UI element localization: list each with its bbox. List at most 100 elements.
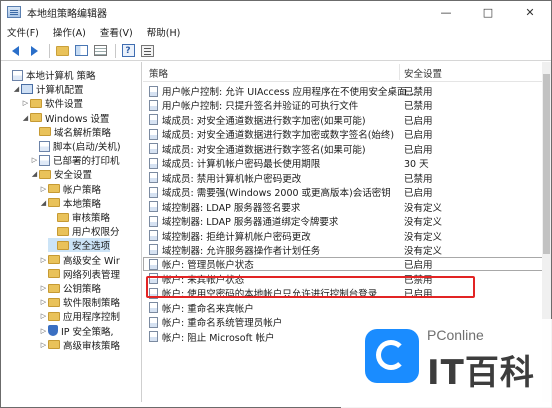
tree-item[interactable]: 网络列表管理: [39, 267, 120, 281]
policy-setting-icon: [149, 143, 158, 155]
collapse-chevron-icon[interactable]: ▷: [39, 256, 48, 264]
folder-icon: [48, 269, 60, 279]
menu-help[interactable]: 帮助(H): [147, 25, 181, 39]
up-level-button[interactable]: [54, 43, 70, 59]
close-button[interactable]: ✕: [509, 1, 551, 23]
policy-row[interactable]: 用户帐户控制: 允许 UIAccess 应用程序在不使用安全桌面... 已禁用: [143, 84, 551, 98]
tree-item-label: Windows 设置: [45, 113, 110, 125]
minimize-button[interactable]: —: [425, 1, 467, 23]
expand-chevron-icon[interactable]: ◢: [30, 170, 39, 178]
policy-setting-value: 已启用: [404, 115, 433, 127]
tree-item[interactable]: ◢ 本地策略: [39, 196, 101, 210]
menu-view[interactable]: 查看(V): [100, 25, 133, 39]
collapse-chevron-icon[interactable]: ▷: [39, 312, 48, 320]
tree-item[interactable]: 安全选项: [48, 238, 111, 253]
folder-icon: [57, 240, 69, 250]
export-list-button[interactable]: [92, 43, 108, 59]
policy-row[interactable]: 域控制器: 允许服务器操作者计划任务 没有定义: [143, 243, 551, 257]
window-controls: — □ ✕: [425, 1, 551, 23]
column-header-policy[interactable]: 策略: [149, 66, 168, 80]
tree-item-label: 安全选项: [72, 241, 111, 253]
policy-setting-value: 已启用: [404, 130, 433, 142]
collapse-chevron-icon[interactable]: ▷: [39, 341, 48, 349]
policy-row[interactable]: 域成员: 对安全通道数据进行数字加密或数字签名(始终) 已启用: [143, 127, 551, 141]
collapse-chevron-icon[interactable]: ▷: [39, 185, 48, 193]
tree-item[interactable]: 脚本(启动/关机): [30, 139, 121, 153]
policy-row[interactable]: 域控制器: 拒绝计算机帐户密码更改 没有定义: [143, 229, 551, 243]
policy-row[interactable]: 帐户: 重命名来宾帐户: [143, 301, 551, 315]
tree-item[interactable]: ▷ 软件限制策略: [39, 295, 120, 309]
console-tree[interactable]: 本地计算机 策略 ◢ 计算机配置 ▷ 软件设置 ◢ Windows 设置 域名解析策略脚本(启…: [1, 62, 142, 402]
policy-setting-icon: [149, 201, 158, 213]
help-button[interactable]: ?: [120, 43, 136, 59]
column-header-setting[interactable]: 安全设置: [404, 66, 442, 80]
menu-bar: 文件(F) 操作(A) 查看(V) 帮助(H): [1, 23, 551, 40]
toolbar: ?: [1, 41, 551, 61]
tree-item[interactable]: 本地计算机 策略: [3, 68, 96, 82]
red-highlight-annotation: [146, 276, 475, 298]
policy-setting-value: 没有定义: [404, 231, 443, 243]
tree-item[interactable]: 域名解析策略: [30, 125, 111, 139]
menu-file[interactable]: 文件(F): [7, 25, 39, 39]
policy-row[interactable]: 用户帐户控制: 只提升签名并验证的可执行文件 已禁用: [143, 98, 551, 112]
tree-item-label: 公钥策略: [63, 284, 102, 295]
tree-item[interactable]: ▷ IP 安全策略,: [39, 324, 114, 338]
scrollbar-thumb[interactable]: [543, 74, 550, 254]
computer-icon: [21, 84, 33, 95]
tree-item[interactable]: ▷ 高级安全 Wir: [39, 253, 120, 267]
title-bar: 本地组策略编辑器 — □ ✕: [1, 1, 551, 23]
collapse-chevron-icon[interactable]: ▷: [30, 156, 39, 164]
folder-icon: [39, 169, 51, 179]
tree-item[interactable]: ▷ 公钥策略: [39, 281, 101, 295]
column-divider[interactable]: [399, 64, 400, 80]
policy-row[interactable]: 域成员: 对安全通道数据进行数字签名(如果可能) 已启用: [143, 142, 551, 156]
policy-row[interactable]: 域成员: 需要强(Windows 2000 或更高版本)会话密钥 已启用: [143, 185, 551, 199]
expand-chevron-icon[interactable]: ◢: [21, 114, 30, 122]
collapse-chevron-icon[interactable]: ▷: [39, 284, 48, 292]
policy-row[interactable]: 帐户: 管理员帐户状态 已启用: [143, 257, 551, 272]
tree-item[interactable]: ◢ Windows 设置: [21, 111, 109, 125]
folder-icon: [57, 226, 69, 236]
tree-item-label: 已部署的打印机: [53, 156, 120, 168]
policy-setting-value: 已启用: [404, 260, 433, 272]
tree-item[interactable]: ◢ 安全设置: [30, 167, 92, 181]
policy-row[interactable]: 域控制器: LDAP 服务器通道绑定令牌要求 没有定义: [143, 214, 551, 228]
back-arrow-icon: [11, 45, 19, 56]
collapse-chevron-icon[interactable]: ▷: [21, 99, 30, 107]
policy-row[interactable]: 域成员: 禁用计算机帐户密码更改 已禁用: [143, 171, 551, 185]
tree-item[interactable]: 用户权限分: [48, 224, 120, 238]
tree-item-label: 审核策略: [72, 213, 111, 224]
filter-icon: [140, 44, 154, 57]
back-button[interactable]: [7, 43, 23, 59]
tree-item[interactable]: ◢ 计算机配置: [12, 82, 84, 96]
tree-item-label: 软件设置: [45, 99, 84, 111]
tree-item[interactable]: ▷ 高级审核策略: [39, 338, 120, 352]
expand-chevron-icon[interactable]: ◢: [39, 199, 48, 207]
expand-chevron-icon[interactable]: ◢: [12, 85, 21, 93]
menu-action[interactable]: 操作(A): [53, 25, 86, 39]
tree-item-label: 脚本(启动/关机): [53, 142, 121, 153]
tree-item[interactable]: ▷ 帐户策略: [39, 182, 101, 196]
policy-row[interactable]: 域成员: 对安全通道数据进行数字加密(如果可能) 已启用: [143, 113, 551, 127]
policy-row[interactable]: 域成员: 计算机帐户密码最长使用期限 30 天: [143, 156, 551, 170]
tree-item[interactable]: ▷ 软件设置: [21, 96, 83, 110]
tree-item[interactable]: 审核策略: [48, 210, 110, 224]
policy-setting-value: 已禁用: [404, 101, 433, 113]
forward-button[interactable]: [26, 43, 42, 59]
collapse-chevron-icon[interactable]: ▷: [39, 298, 48, 306]
collapse-chevron-icon[interactable]: ▷: [39, 327, 48, 335]
maximize-button[interactable]: □: [467, 1, 509, 23]
toolbar-separator: [49, 43, 50, 58]
show-tree-button[interactable]: [73, 43, 89, 59]
tree-item[interactable]: ▷ 应用程序控制: [39, 309, 120, 323]
console-tree-icon: [74, 45, 88, 56]
folder-up-icon: [55, 45, 69, 56]
logo-ring: [376, 340, 406, 370]
policy-setting-icon: [149, 244, 158, 256]
printer-icon: [39, 154, 50, 166]
policy-row[interactable]: 域控制器: LDAP 服务器签名要求 没有定义: [143, 200, 551, 214]
filter-button[interactable]: [139, 43, 155, 59]
folder-icon: [57, 212, 69, 222]
tree-item[interactable]: ▷ 已部署的打印机: [30, 153, 120, 167]
tree-item-label: IP 安全策略,: [61, 326, 114, 338]
